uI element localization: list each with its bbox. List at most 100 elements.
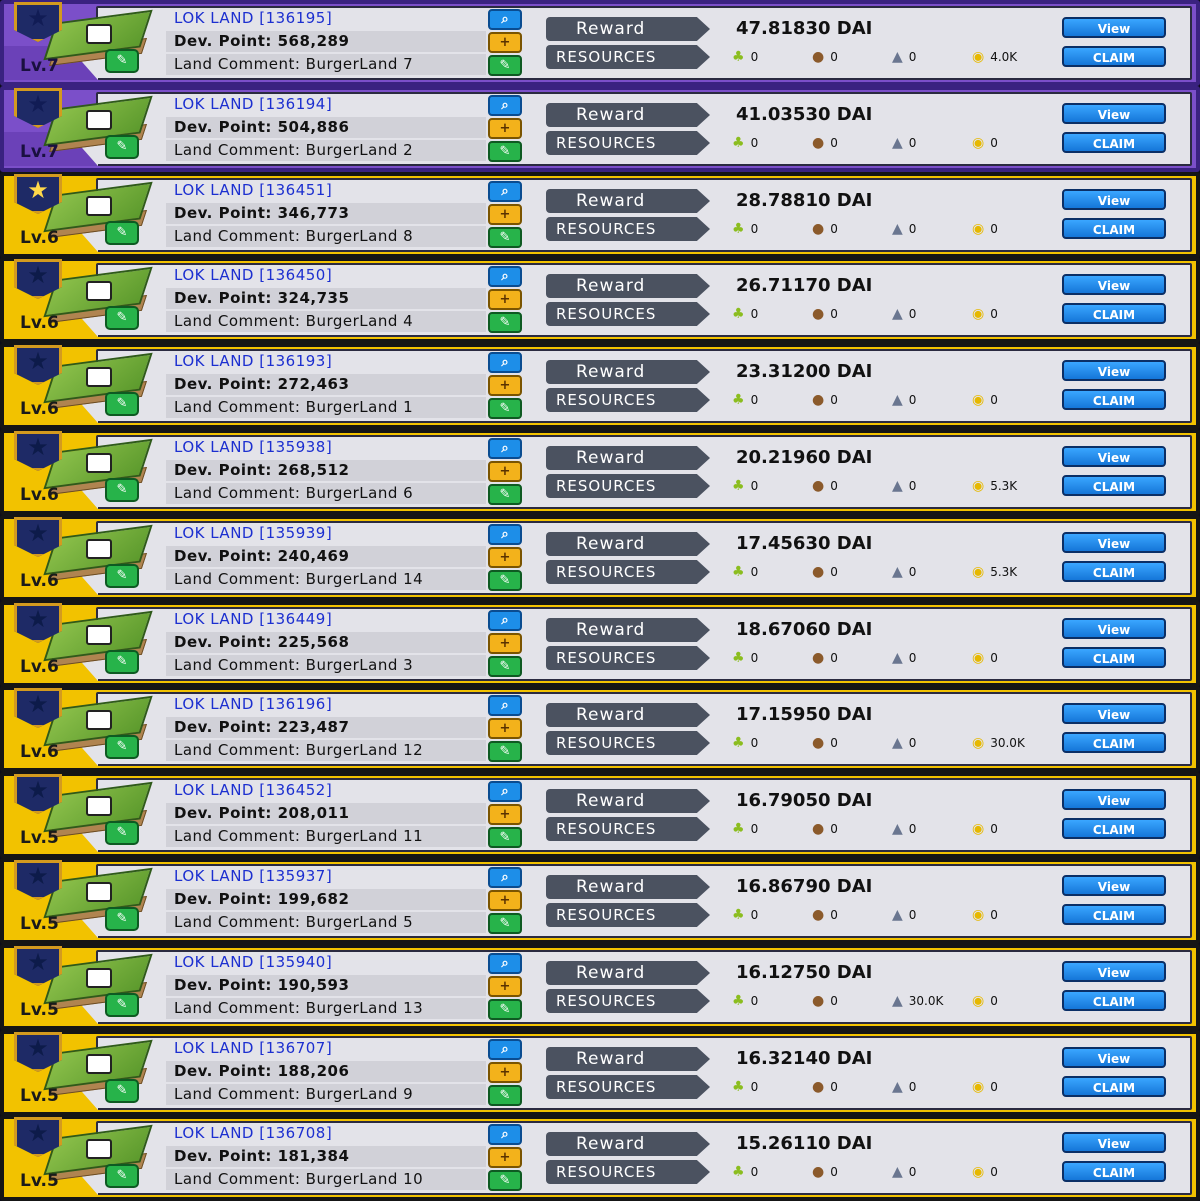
edit-land-icon[interactable]: ✎ bbox=[105, 735, 139, 759]
search-icon[interactable]: ⌕ bbox=[488, 9, 522, 30]
search-icon[interactable]: ⌕ bbox=[488, 610, 522, 631]
edit-land-icon[interactable]: ✎ bbox=[105, 135, 139, 159]
claim-button[interactable]: CLAIM bbox=[1062, 561, 1166, 582]
plus-icon[interactable]: + bbox=[488, 32, 522, 53]
dev-point: Dev. Point: 568,289 bbox=[166, 31, 486, 52]
edit-comment-icon[interactable]: ✎ bbox=[488, 484, 522, 505]
view-button[interactable]: View bbox=[1062, 703, 1166, 724]
edit-land-icon[interactable]: ✎ bbox=[105, 478, 139, 502]
view-button[interactable]: View bbox=[1062, 103, 1166, 124]
view-button[interactable]: View bbox=[1062, 17, 1166, 38]
edit-land-icon[interactable]: ✎ bbox=[105, 907, 139, 931]
search-icon[interactable]: ⌕ bbox=[488, 867, 522, 888]
search-icon[interactable]: ⌕ bbox=[488, 266, 522, 287]
resources-label: RESOURCES bbox=[546, 474, 710, 498]
corn-icon: ♣ bbox=[732, 1164, 745, 1180]
claim-button[interactable]: CLAIM bbox=[1062, 1076, 1166, 1097]
view-button[interactable]: View bbox=[1062, 1132, 1166, 1153]
search-icon[interactable]: ⌕ bbox=[488, 781, 522, 802]
plus-icon[interactable]: + bbox=[488, 204, 522, 225]
edit-comment-icon[interactable]: ✎ bbox=[488, 741, 522, 762]
resource-amount: 0 bbox=[908, 651, 917, 665]
edit-land-icon[interactable]: ✎ bbox=[105, 1079, 139, 1103]
search-icon[interactable]: ⌕ bbox=[488, 352, 522, 373]
resource-item: ◉ 5.3K bbox=[972, 561, 1017, 583]
plus-icon[interactable]: + bbox=[488, 1062, 522, 1083]
plus-icon[interactable]: + bbox=[488, 461, 522, 482]
edit-comment-icon[interactable]: ✎ bbox=[488, 398, 522, 419]
search-icon[interactable]: ⌕ bbox=[488, 95, 522, 116]
view-button[interactable]: View bbox=[1062, 961, 1166, 982]
view-button[interactable]: View bbox=[1062, 875, 1166, 896]
edit-land-icon[interactable]: ✎ bbox=[105, 564, 139, 588]
edit-comment-icon[interactable]: ✎ bbox=[488, 227, 522, 248]
search-icon[interactable]: ⌕ bbox=[488, 1039, 522, 1060]
edit-comment-icon[interactable]: ✎ bbox=[488, 141, 522, 162]
corn-icon: ♣ bbox=[732, 821, 745, 837]
view-button[interactable]: View bbox=[1062, 618, 1166, 639]
search-icon[interactable]: ⌕ bbox=[488, 524, 522, 545]
gold-icon: ◉ bbox=[972, 221, 985, 237]
edit-comment-icon[interactable]: ✎ bbox=[488, 1170, 522, 1191]
plus-icon[interactable]: + bbox=[488, 633, 522, 654]
claim-button[interactable]: CLAIM bbox=[1062, 818, 1166, 839]
edit-comment-icon[interactable]: ✎ bbox=[488, 999, 522, 1020]
resources-label: RESOURCES bbox=[546, 646, 710, 670]
reward-label: Reward bbox=[546, 103, 710, 127]
edit-land-icon[interactable]: ✎ bbox=[105, 392, 139, 416]
plus-icon[interactable]: + bbox=[488, 804, 522, 825]
edit-land-icon[interactable]: ✎ bbox=[105, 993, 139, 1017]
edit-land-icon[interactable]: ✎ bbox=[105, 306, 139, 330]
claim-button[interactable]: CLAIM bbox=[1062, 132, 1166, 153]
resource-item: ◉ 0 bbox=[972, 818, 998, 840]
claim-button[interactable]: CLAIM bbox=[1062, 647, 1166, 668]
plus-icon[interactable]: + bbox=[488, 289, 522, 310]
edit-land-icon[interactable]: ✎ bbox=[105, 221, 139, 245]
reward-label: Reward bbox=[546, 789, 710, 813]
resource-item: ♣ 0 bbox=[732, 732, 758, 754]
resources-row: ♣ 0 ● 0 ▲ 0 ◉ 30.0K bbox=[732, 732, 1052, 754]
view-button[interactable]: View bbox=[1062, 789, 1166, 810]
view-button[interactable]: View bbox=[1062, 532, 1166, 553]
view-button[interactable]: View bbox=[1062, 274, 1166, 295]
plus-icon[interactable]: + bbox=[488, 547, 522, 568]
edit-land-icon[interactable]: ✎ bbox=[105, 650, 139, 674]
edit-comment-icon[interactable]: ✎ bbox=[488, 570, 522, 591]
view-button[interactable]: View bbox=[1062, 189, 1166, 210]
plus-icon[interactable]: + bbox=[488, 1147, 522, 1168]
claim-button[interactable]: CLAIM bbox=[1062, 46, 1166, 67]
edit-comment-icon[interactable]: ✎ bbox=[488, 913, 522, 934]
resources-label: RESOURCES bbox=[546, 731, 710, 755]
resources-row: ♣ 0 ● 0 ▲ 0 ◉ 0 bbox=[732, 818, 1052, 840]
star-icon: ★ bbox=[27, 1034, 49, 1062]
claim-button[interactable]: CLAIM bbox=[1062, 218, 1166, 239]
search-icon[interactable]: ⌕ bbox=[488, 953, 522, 974]
claim-button[interactable]: CLAIM bbox=[1062, 904, 1166, 925]
search-icon[interactable]: ⌕ bbox=[488, 181, 522, 202]
edit-comment-icon[interactable]: ✎ bbox=[488, 827, 522, 848]
plus-icon[interactable]: + bbox=[488, 976, 522, 997]
edit-comment-icon[interactable]: ✎ bbox=[488, 312, 522, 333]
claim-button[interactable]: CLAIM bbox=[1062, 389, 1166, 410]
claim-button[interactable]: CLAIM bbox=[1062, 732, 1166, 753]
claim-button[interactable]: CLAIM bbox=[1062, 1161, 1166, 1182]
claim-button[interactable]: CLAIM bbox=[1062, 475, 1166, 496]
search-icon[interactable]: ⌕ bbox=[488, 438, 522, 459]
view-button[interactable]: View bbox=[1062, 360, 1166, 381]
edit-land-icon[interactable]: ✎ bbox=[105, 821, 139, 845]
edit-comment-icon[interactable]: ✎ bbox=[488, 1085, 522, 1106]
edit-comment-icon[interactable]: ✎ bbox=[488, 55, 522, 76]
claim-button[interactable]: CLAIM bbox=[1062, 990, 1166, 1011]
plus-icon[interactable]: + bbox=[488, 718, 522, 739]
edit-comment-icon[interactable]: ✎ bbox=[488, 656, 522, 677]
plus-icon[interactable]: + bbox=[488, 375, 522, 396]
edit-land-icon[interactable]: ✎ bbox=[105, 1164, 139, 1188]
search-icon[interactable]: ⌕ bbox=[488, 1124, 522, 1145]
claim-button[interactable]: CLAIM bbox=[1062, 303, 1166, 324]
view-button[interactable]: View bbox=[1062, 446, 1166, 467]
edit-land-icon[interactable]: ✎ bbox=[105, 49, 139, 73]
plus-icon[interactable]: + bbox=[488, 890, 522, 911]
view-button[interactable]: View bbox=[1062, 1047, 1166, 1068]
search-icon[interactable]: ⌕ bbox=[488, 695, 522, 716]
plus-icon[interactable]: + bbox=[488, 118, 522, 139]
